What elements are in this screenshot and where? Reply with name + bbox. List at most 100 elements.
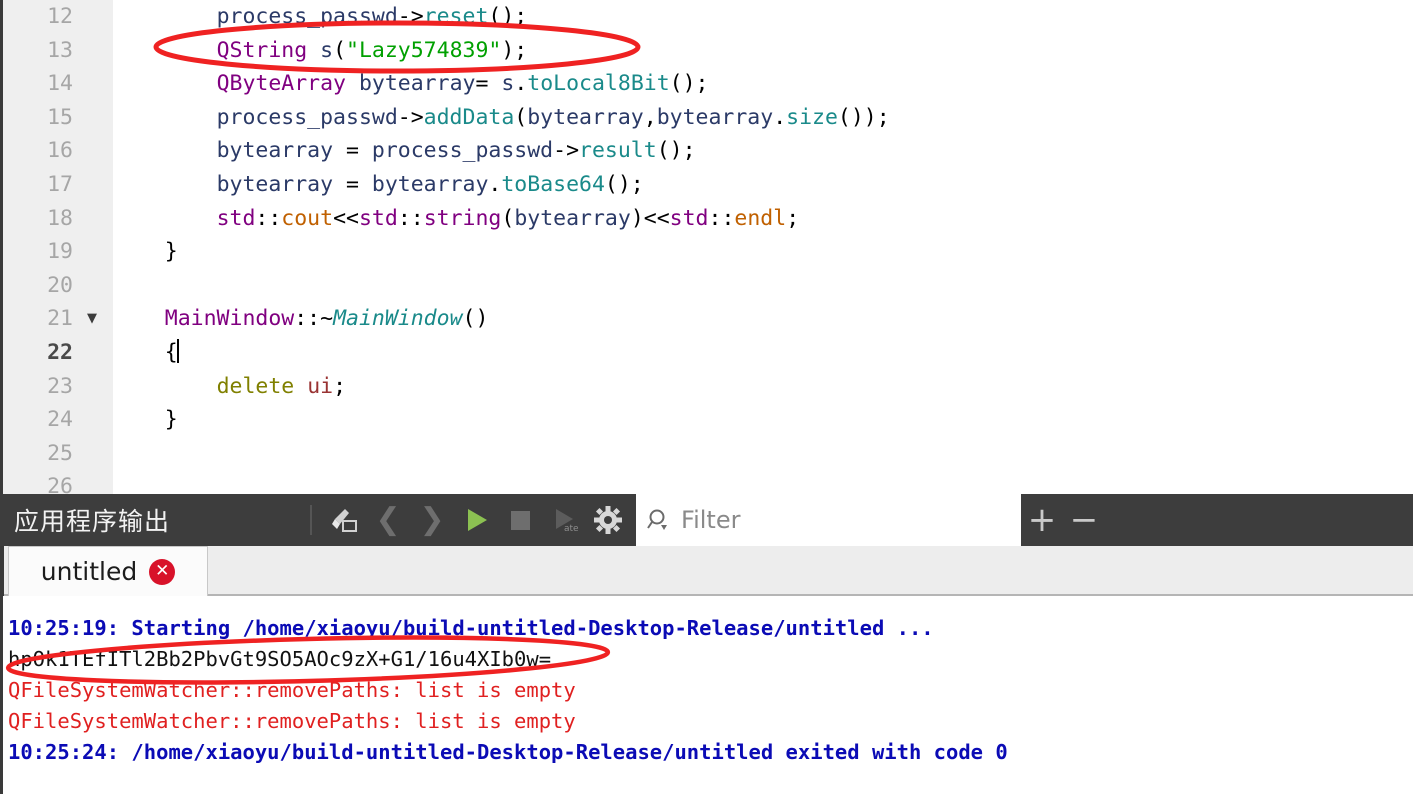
tab-untitled[interactable]: untitled ✕ <box>8 546 208 596</box>
gutter-row[interactable]: 15 <box>3 101 113 135</box>
gutter-row[interactable]: 16 <box>3 134 113 168</box>
gutter-row[interactable]: 18 <box>3 202 113 236</box>
zoom-in-button[interactable]: + <box>1021 503 1063 537</box>
code-token: ; <box>333 373 347 399</box>
gutter-row[interactable]: 26 <box>3 470 113 494</box>
run-button[interactable] <box>454 498 498 542</box>
prev-item-button[interactable]: ❮ <box>366 498 410 542</box>
code-token: () <box>462 306 489 332</box>
line-number: 12 <box>47 4 73 29</box>
svg-text:ate: ate <box>564 524 579 534</box>
gutter-row[interactable]: 20 <box>3 269 113 303</box>
rerun-button[interactable]: ate <box>542 498 586 542</box>
play-icon <box>468 509 488 531</box>
code-token: -> <box>397 104 424 130</box>
gutter-row[interactable]: 24 <box>3 403 113 437</box>
line-number: 13 <box>47 37 73 63</box>
gutter-row[interactable]: 21 ▼ <box>3 302 113 336</box>
output-line: hpOk1TEfITl2Bb2PbvGt9SO5AOc9zX+G1/16u4XI… <box>8 647 552 671</box>
code-line[interactable]: delete ui; <box>113 370 1413 404</box>
zoom-out-button[interactable]: − <box>1063 503 1105 537</box>
gutter-row[interactable]: 14 <box>3 67 113 101</box>
tab-label: untitled <box>40 557 138 586</box>
code-token: ui <box>307 373 334 399</box>
code-token: = <box>333 138 372 164</box>
code-token: endl <box>734 205 787 231</box>
line-number-gutter[interactable]: 12 13 14 15 16 17 18 19 20 21 ▼ 22 23 24 25 26 <box>3 0 113 494</box>
code-token: QByteArray <box>216 71 347 97</box>
code-token: , <box>643 104 657 130</box>
code-line[interactable] <box>113 470 1413 494</box>
gutter-row[interactable]: 19 <box>3 235 113 269</box>
code-token: cout <box>281 205 334 231</box>
chevron-right-icon: ❯ <box>419 502 445 537</box>
code-line[interactable]: std::cout<<std::string(bytearray)<<std::… <box>113 202 1413 236</box>
code-token: = <box>475 71 502 97</box>
code-line[interactable] <box>113 269 1413 303</box>
code-token: size <box>786 104 838 130</box>
code-text-area[interactable]: process_passwd->reset(); QString s("Lazy… <box>113 0 1413 494</box>
code-line[interactable]: } <box>113 403 1413 437</box>
code-token: std <box>669 205 709 231</box>
code-token: { <box>113 339 178 365</box>
close-circle-icon[interactable]: ✕ <box>149 558 176 585</box>
code-token: -> <box>553 138 580 164</box>
code-line[interactable]: bytearray = bytearray.toBase64(); <box>113 168 1413 202</box>
code-token: result <box>579 138 657 164</box>
code-token: process_passwd <box>216 4 398 29</box>
fold-triangle-icon[interactable]: ▼ <box>83 302 101 336</box>
code-line[interactable]: process_passwd->reset(); <box>113 0 1413 34</box>
code-token: bytearray <box>514 205 631 231</box>
code-line[interactable]: process_passwd->addData(bytearray,bytear… <box>113 101 1413 135</box>
gutter-row[interactable]: 12 <box>3 0 113 34</box>
code-token: MainWindow <box>164 306 295 332</box>
line-number: 23 <box>47 373 73 399</box>
code-token: << <box>333 205 359 231</box>
output-line: QFileSystemWatcher::removePaths: list is… <box>8 678 576 702</box>
filter-input[interactable]: Filter <box>636 494 1022 546</box>
code-token: ()); <box>837 104 890 130</box>
code-line[interactable] <box>113 437 1413 471</box>
code-token: (); <box>488 4 528 29</box>
code-token: ); <box>501 37 528 63</box>
code-token: (); <box>669 71 709 97</box>
code-line[interactable]: { <box>113 336 1413 370</box>
application-output-text[interactable]: 10:25:19: Starting /home/xiaoyu/build-un… <box>0 596 1413 794</box>
code-line[interactable]: bytearray = process_passwd->result(); <box>113 134 1413 168</box>
output-left-border <box>0 596 3 794</box>
code-token: MainWindow <box>333 306 463 332</box>
gutter-row[interactable]: 17 <box>3 168 113 202</box>
gutter-row[interactable]: 23 <box>3 370 113 404</box>
output-line: 10:25:19: Starting /home/xiaoyu/build-un… <box>8 616 934 640</box>
stop-button[interactable] <box>498 498 542 542</box>
code-token: . <box>514 71 528 97</box>
code-line[interactable]: QString s("Lazy574839"); <box>113 34 1413 68</box>
stop-icon <box>511 511 531 530</box>
code-token: std <box>358 205 398 231</box>
line-number: 26 <box>47 474 73 494</box>
code-line[interactable]: } <box>113 235 1413 269</box>
settings-button[interactable] <box>586 498 630 542</box>
code-token: bytearray <box>656 104 774 130</box>
gutter-row[interactable]: 22 <box>3 336 113 370</box>
output-pane-title: 应用程序输出 <box>14 507 171 536</box>
gutter-row[interactable]: 13 <box>3 34 113 68</box>
next-item-button[interactable]: ❯ <box>410 498 454 542</box>
gutter-row[interactable]: 25 <box>3 437 113 471</box>
code-token: . <box>773 104 787 130</box>
code-line[interactable]: QByteArray bytearray= s.toLocal8Bit(); <box>113 67 1413 101</box>
code-editor[interactable]: 12 13 14 15 16 17 18 19 20 21 ▼ 22 23 24 25 26 process_… <box>0 0 1413 494</box>
clear-output-button[interactable] <box>322 498 366 542</box>
code-token: s <box>501 71 515 97</box>
code-token: . <box>488 171 502 197</box>
code-token: = <box>333 171 372 197</box>
code-line[interactable]: MainWindow::~MainWindow() <box>113 302 1413 336</box>
code-token: ::~ <box>294 306 334 332</box>
